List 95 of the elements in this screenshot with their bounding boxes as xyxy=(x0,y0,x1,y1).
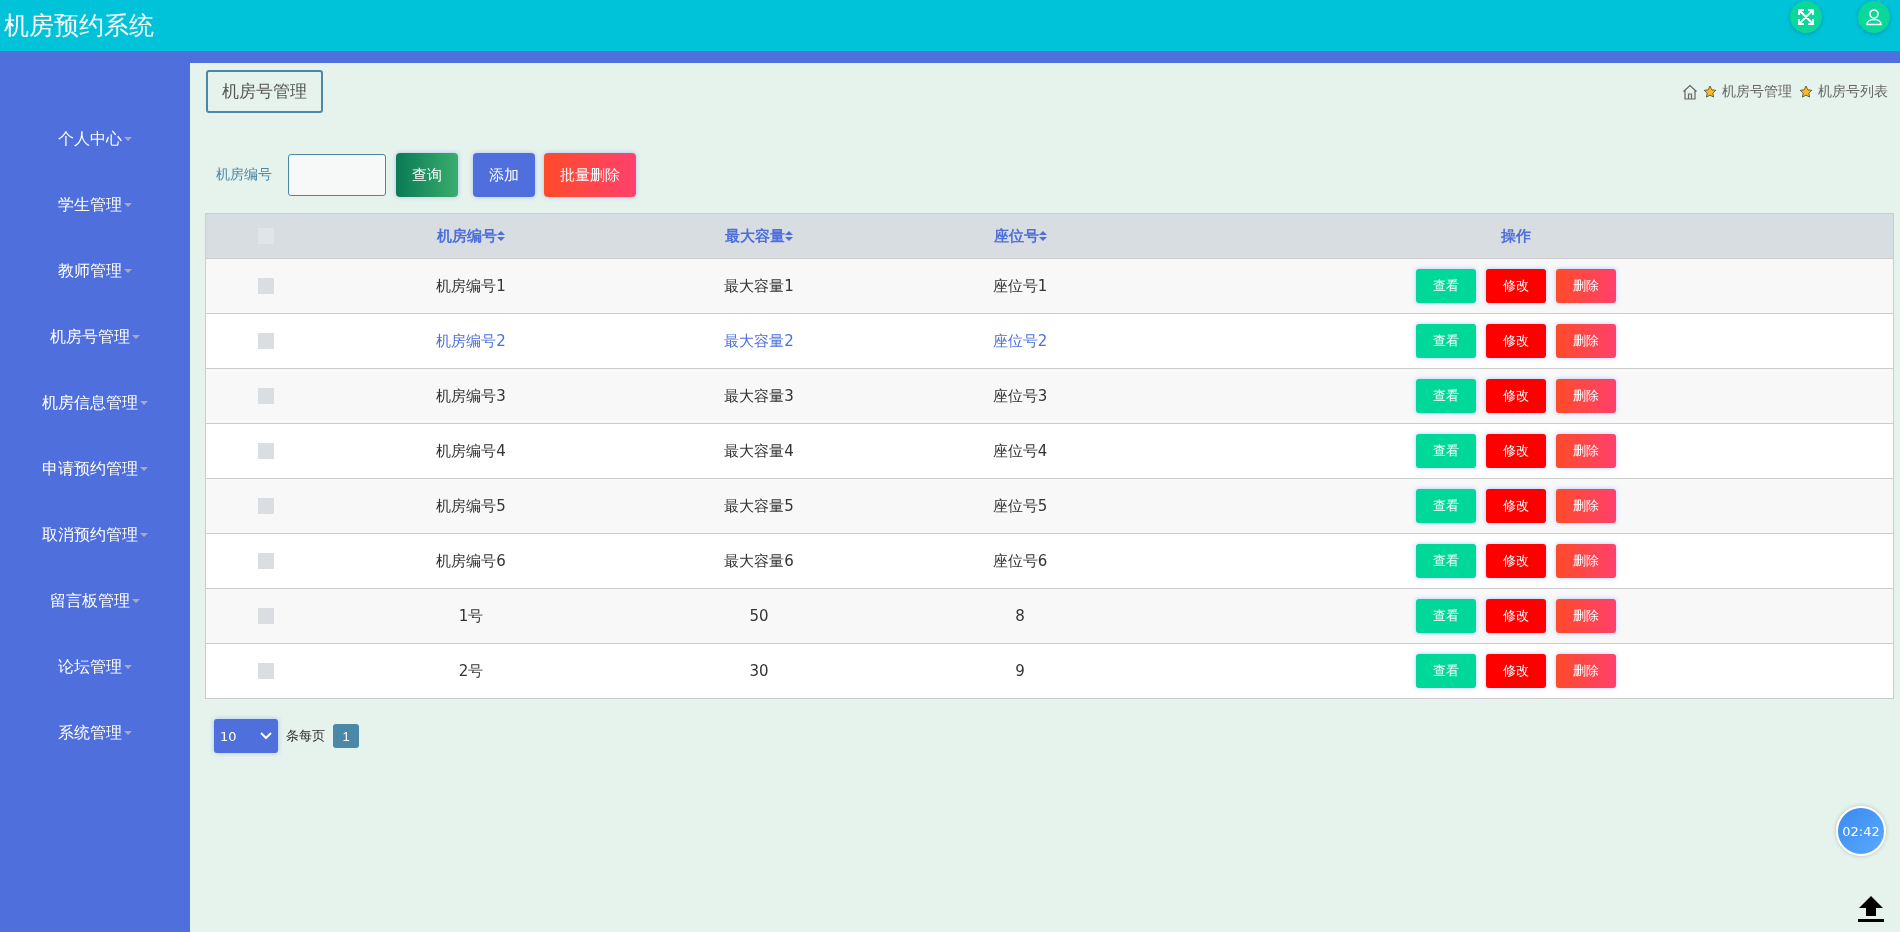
table-cell: 最大容量5 xyxy=(724,496,794,516)
caret-icon xyxy=(132,335,140,339)
row-checkbox[interactable] xyxy=(258,608,274,624)
page-title: 机房号管理 xyxy=(206,70,323,113)
delete-button[interactable]: 删除 xyxy=(1555,324,1616,358)
delete-button[interactable]: 删除 xyxy=(1555,599,1616,633)
table-cell: 30 xyxy=(749,662,769,680)
fullscreen-icon[interactable] xyxy=(1790,0,1822,33)
table-cell: 2号 xyxy=(458,661,484,681)
row-checkbox[interactable] xyxy=(258,443,274,459)
star-icon xyxy=(1799,84,1813,99)
batch-delete-button[interactable]: 批量删除 xyxy=(544,153,636,197)
table-cell: 50 xyxy=(749,607,769,625)
row-checkbox[interactable] xyxy=(258,333,274,349)
edit-button[interactable]: 修改 xyxy=(1485,544,1546,578)
table-cell: 最大容量6 xyxy=(724,551,794,571)
query-button[interactable]: 查询 xyxy=(396,153,458,197)
delete-button[interactable]: 删除 xyxy=(1555,269,1616,303)
caret-icon xyxy=(124,665,132,669)
column-header[interactable]: 最大容量 xyxy=(725,226,785,246)
sidebar-item[interactable]: 留言板管理 xyxy=(50,568,140,634)
per-page-label: 条每页 xyxy=(286,727,325,745)
table-cell: 机房编号1 xyxy=(436,276,506,296)
sidebar-item[interactable]: 学生管理 xyxy=(58,172,132,238)
row-checkbox[interactable] xyxy=(258,663,274,679)
edit-button[interactable]: 修改 xyxy=(1485,599,1546,633)
page-button[interactable]: 1 xyxy=(333,724,359,748)
column-header[interactable]: 座位号 xyxy=(993,226,1039,246)
chevron-down-icon xyxy=(260,732,272,740)
sort-icon[interactable] xyxy=(1038,230,1047,242)
edit-button[interactable]: 修改 xyxy=(1485,269,1546,303)
row-checkbox[interactable] xyxy=(258,278,274,294)
delete-button[interactable]: 删除 xyxy=(1555,434,1616,468)
search-label: 机房编号 xyxy=(216,166,272,184)
table-cell: 1号 xyxy=(458,606,484,626)
app-title: 机房预约系统 xyxy=(4,10,154,42)
table-cell: 机房编号3 xyxy=(436,386,506,406)
caret-icon xyxy=(124,269,132,273)
search-field[interactable] xyxy=(288,154,386,196)
delete-button[interactable]: 删除 xyxy=(1555,489,1616,523)
home-icon[interactable] xyxy=(1682,83,1698,100)
table-cell: 座位号1 xyxy=(992,276,1048,296)
add-button[interactable]: 添加 xyxy=(473,153,535,197)
caret-icon xyxy=(140,467,148,471)
caret-icon xyxy=(140,401,148,405)
sort-icon[interactable] xyxy=(785,230,793,242)
caret-icon xyxy=(132,599,140,603)
back-to-top-icon[interactable] xyxy=(1856,894,1886,924)
table-cell: 最大容量4 xyxy=(724,441,794,461)
table-cell: 座位号2 xyxy=(992,331,1048,351)
clock-badge: 02:42 xyxy=(1836,806,1886,856)
column-header[interactable]: 机房编号 xyxy=(437,226,497,246)
table-cell: 机房编号5 xyxy=(436,496,506,516)
caret-icon xyxy=(140,533,148,537)
table-cell: 座位号5 xyxy=(992,496,1048,516)
user-icon[interactable] xyxy=(1858,0,1890,33)
breadcrumb-link[interactable]: 机房号列表 xyxy=(1818,82,1888,101)
table-cell: 机房编号4 xyxy=(436,441,506,461)
table-cell: 最大容量3 xyxy=(724,386,794,406)
table-cell: 座位号3 xyxy=(992,386,1048,406)
sidebar-item[interactable]: 取消预约管理 xyxy=(42,502,148,568)
sidebar-item[interactable]: 系统管理 xyxy=(58,700,132,766)
sidebar-item[interactable]: 论坛管理 xyxy=(58,634,132,700)
table-cell: 座位号6 xyxy=(992,551,1048,571)
caret-icon xyxy=(124,731,132,735)
sort-icon[interactable] xyxy=(497,230,505,242)
table-cell: 9 xyxy=(1015,662,1025,680)
row-checkbox[interactable] xyxy=(258,498,274,514)
table-cell: 最大容量2 xyxy=(724,331,794,351)
delete-button[interactable]: 删除 xyxy=(1555,654,1616,688)
row-checkbox[interactable] xyxy=(258,388,274,404)
table-cell: 机房编号6 xyxy=(436,551,506,571)
page-size-select[interactable]: 10 xyxy=(214,719,278,753)
sidebar-item[interactable]: 教师管理 xyxy=(58,238,132,304)
star-icon xyxy=(1703,84,1717,99)
edit-button[interactable]: 修改 xyxy=(1485,434,1546,468)
edit-button[interactable]: 修改 xyxy=(1485,324,1546,358)
sidebar-item[interactable]: 个人中心 xyxy=(58,106,132,172)
table-cell: 最大容量1 xyxy=(724,276,794,296)
caret-icon xyxy=(124,137,132,141)
table-cell: 8 xyxy=(1015,607,1025,625)
sidebar-item[interactable]: 机房号管理 xyxy=(50,304,140,370)
breadcrumb-link[interactable]: 机房号管理 xyxy=(1722,82,1792,101)
table-cell: 机房编号2 xyxy=(436,331,506,351)
column-header: 操作 xyxy=(1500,226,1531,246)
edit-button[interactable]: 修改 xyxy=(1485,489,1546,523)
delete-button[interactable]: 删除 xyxy=(1555,544,1616,578)
delete-button[interactable]: 删除 xyxy=(1555,379,1616,413)
sidebar-item[interactable]: 申请预约管理 xyxy=(42,436,148,502)
sidebar-item[interactable]: 机房信息管理 xyxy=(42,370,148,436)
caret-icon xyxy=(124,203,132,207)
edit-button[interactable]: 修改 xyxy=(1485,379,1546,413)
edit-button[interactable]: 修改 xyxy=(1485,654,1546,688)
table-cell: 座位号4 xyxy=(992,441,1048,461)
row-checkbox[interactable] xyxy=(258,553,274,569)
